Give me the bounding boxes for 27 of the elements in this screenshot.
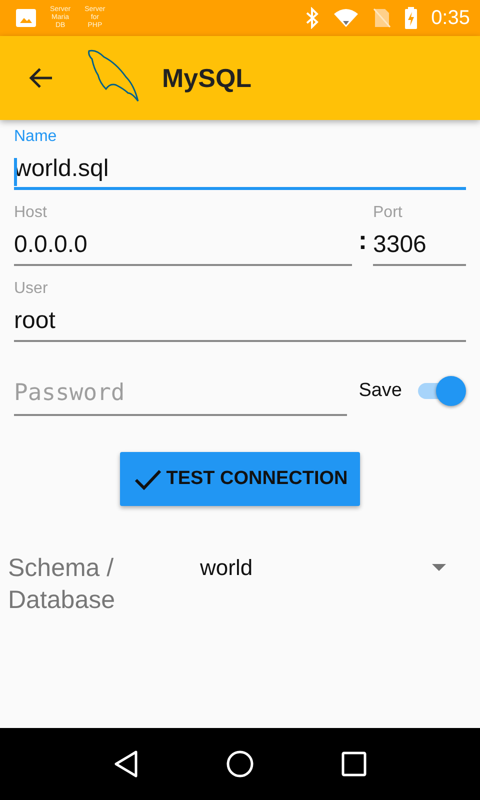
clock-time: 0:35 xyxy=(431,6,470,30)
schema-label: Schema / Database xyxy=(8,553,116,616)
save-label: Save xyxy=(358,380,402,402)
user-input[interactable]: root xyxy=(14,302,466,342)
no-sim-icon xyxy=(373,8,392,28)
dropdown-caret-icon xyxy=(432,564,446,572)
save-switch[interactable] xyxy=(416,376,466,406)
colon-separator: : xyxy=(358,225,367,257)
test-connection-button[interactable]: TEST CONNECTION xyxy=(120,452,360,506)
recents-icon[interactable] xyxy=(340,751,367,777)
host-input[interactable]: 0.0.0.0 xyxy=(14,226,352,266)
name-input[interactable]: world.sql xyxy=(14,150,466,190)
field-label: Port xyxy=(373,204,404,222)
field-label: Host xyxy=(14,204,48,222)
back-icon[interactable] xyxy=(113,750,140,778)
image-icon xyxy=(16,9,36,27)
wifi-icon xyxy=(333,8,360,28)
back-arrow-icon[interactable] xyxy=(28,67,54,89)
field-label: Name xyxy=(14,128,58,146)
port-input[interactable]: 3306 xyxy=(373,226,466,266)
bluetooth-icon xyxy=(305,7,320,29)
home-icon[interactable] xyxy=(226,750,254,778)
field-label: User xyxy=(14,280,49,298)
app-title: MySQL xyxy=(162,62,252,94)
battery-charging-icon xyxy=(405,7,418,29)
check-icon xyxy=(134,468,162,490)
schema-dropdown[interactable]: world xyxy=(200,552,466,584)
